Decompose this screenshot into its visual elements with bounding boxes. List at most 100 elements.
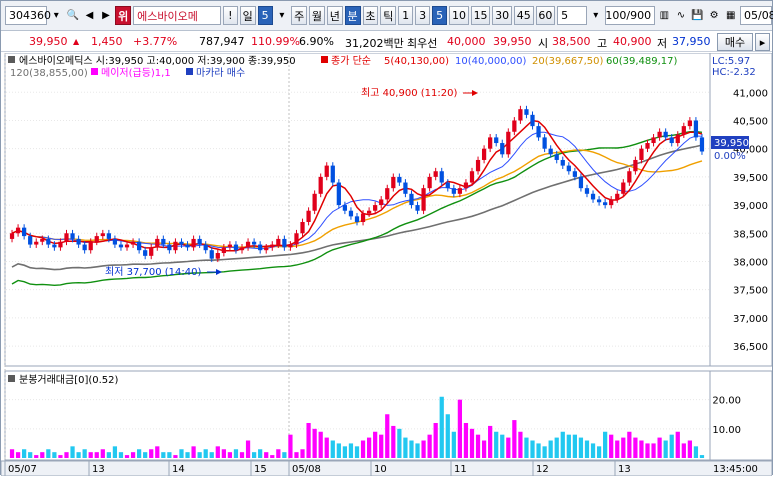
period-tick-button[interactable]: 틱 (380, 6, 397, 25)
candle-body (70, 233, 75, 239)
date-field[interactable]: 05/08 (739, 6, 773, 25)
price-chart[interactable]: 36,500 37,000 37,500 38,000 38,500 39,000 39,5… (0, 52, 773, 477)
volume-bar (270, 455, 275, 458)
candle-body (463, 182, 469, 189)
candle-body (566, 165, 571, 172)
period-week-button[interactable]: 주 (291, 6, 308, 25)
volume-bar (463, 423, 469, 458)
dropdown-arrow-icon[interactable]: ▾ (49, 6, 64, 25)
volume-bar (251, 452, 257, 458)
candle-body (385, 188, 390, 200)
volume-bar (633, 437, 638, 458)
price-tick-label: 36,500 (733, 342, 768, 353)
volume-bar (379, 434, 384, 458)
bar-chart-icon[interactable]: ▥ (657, 6, 672, 25)
interval-60-button[interactable]: 60 (535, 6, 556, 25)
volume-bar (512, 420, 517, 458)
volume-bar (409, 440, 414, 458)
volume-bar (149, 449, 154, 458)
candle-body (512, 120, 517, 132)
volume-bar (469, 428, 475, 458)
price-tick-label: 37,000 (733, 314, 768, 325)
candle-body (518, 109, 523, 121)
volume-bar (300, 449, 305, 458)
interval-30-button[interactable]: 30 (492, 6, 512, 25)
period-second-button[interactable]: 초 (362, 6, 379, 25)
period-minute-button[interactable]: 분 (344, 6, 361, 25)
save-icon[interactable]: 💾 (690, 6, 705, 25)
wave-icon[interactable]: ∿ (674, 6, 689, 25)
stock-code-field[interactable]: 304360 (5, 6, 51, 25)
next-icon[interactable]: ▶ (99, 6, 114, 25)
volume-bar (578, 437, 584, 458)
volume-bar (336, 443, 341, 458)
candle-body (336, 182, 341, 206)
volume-bar (209, 452, 214, 458)
ohlc-legend: 에스바이오메딕스 시:39,950 고:40,000 저:39,900 종:39… (19, 55, 296, 67)
gear-icon[interactable]: ⚙ (707, 6, 722, 25)
volume-bar (318, 431, 323, 458)
calendar-icon[interactable]: ▦ (723, 6, 738, 25)
interval-10-button[interactable]: 10 (449, 6, 469, 25)
period-num-select[interactable]: 5 (257, 6, 273, 25)
volume-bar (590, 443, 596, 458)
candle-body (245, 241, 251, 248)
volume-bar (584, 440, 590, 458)
volume-bar (76, 452, 81, 458)
time-tick-label: 13 (618, 464, 631, 475)
period-month-button[interactable]: 월 (309, 6, 325, 25)
candle-body (572, 171, 577, 177)
candle-body (28, 236, 33, 245)
volume-bar (88, 452, 93, 458)
range-field[interactable]: 100/900 (605, 6, 656, 25)
volume-bar (197, 452, 202, 458)
scroll-right-icon[interactable]: ▸ (755, 33, 770, 51)
count-select[interactable]: 5 (557, 6, 587, 25)
candle-body (391, 176, 396, 189)
stock-name-field[interactable]: 에스바이오메 (133, 6, 221, 25)
info-button[interactable]: ! (222, 6, 238, 25)
volume-bar (645, 443, 650, 458)
volume-bar (124, 455, 130, 458)
candle-body (530, 114, 535, 127)
volume-bar (15, 452, 21, 458)
candle-body (651, 137, 656, 144)
volume-bar (603, 431, 608, 458)
candle-body (149, 247, 154, 256)
period-year-button[interactable]: 년 (326, 6, 343, 25)
candle-body (524, 109, 529, 115)
candle-body (124, 244, 130, 248)
candle-body (185, 244, 190, 248)
open-price: 38,500 (552, 35, 591, 48)
volume-bar (391, 425, 396, 458)
candle-body (312, 193, 317, 211)
stock-code-text: 304360 (9, 9, 51, 22)
buy-button[interactable]: 매수 (717, 33, 753, 51)
chart-canvas[interactable]: 36,500 37,000 37,500 38,000 38,500 39,000 39,5… (0, 52, 773, 477)
interval-5-button[interactable]: 5 (432, 6, 448, 25)
volume-bar (58, 455, 63, 458)
high-label: 고 (597, 37, 608, 50)
volume-bar (421, 440, 426, 458)
volume-bar (639, 440, 644, 458)
chevron-down-icon[interactable]: ▾ (589, 6, 604, 25)
volume-bar (276, 449, 281, 458)
candle-body (421, 188, 426, 211)
chevron-down-icon[interactable]: ▾ (275, 6, 290, 25)
interval-1-button[interactable]: 1 (398, 6, 414, 25)
interval-45-button[interactable]: 45 (513, 6, 534, 25)
candle-body (227, 244, 233, 248)
interval-3-button[interactable]: 3 (415, 6, 431, 25)
priority-label: 최우선 (407, 37, 438, 50)
prev-icon[interactable]: ◀ (82, 6, 97, 25)
volume-bar (354, 446, 360, 458)
candle-body (675, 134, 680, 144)
interval-15-button[interactable]: 15 (470, 6, 491, 25)
period-day-button[interactable]: 일 (239, 6, 256, 25)
candle-body (112, 238, 118, 245)
candle-body (94, 236, 99, 242)
search-icon[interactable]: 🔍 (66, 6, 81, 25)
price-change-pct: +3.77% (133, 35, 178, 48)
ohlc-legend-swatch (8, 56, 15, 63)
candle-body (542, 137, 547, 149)
